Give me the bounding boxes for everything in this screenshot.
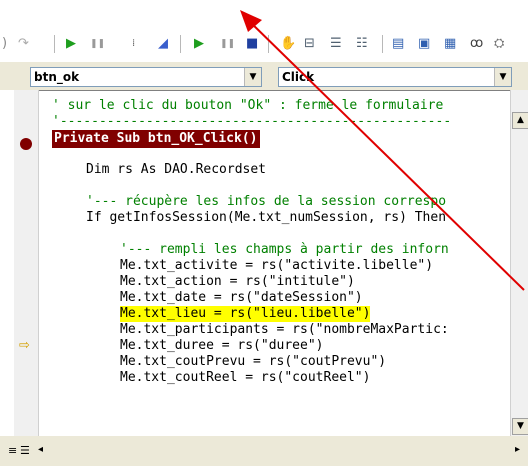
annotation-arrow-icon [240,10,525,291]
